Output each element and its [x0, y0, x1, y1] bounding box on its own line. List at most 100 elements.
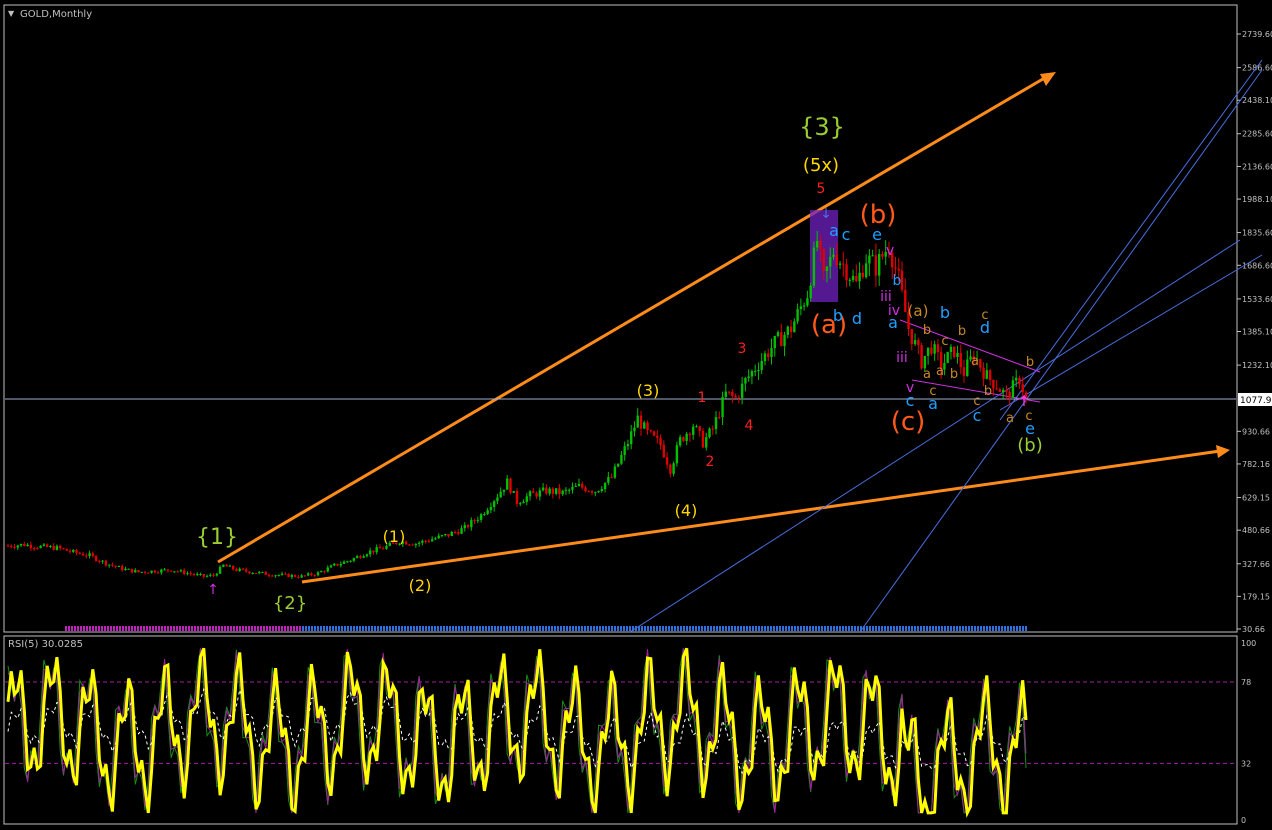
candle-body — [261, 571, 264, 573]
trend-strip-bar — [722, 626, 724, 631]
candle-body — [904, 289, 907, 312]
trend-strip-bar — [908, 626, 910, 631]
candle-body — [65, 548, 68, 551]
candle-body — [665, 457, 669, 465]
candle-body — [528, 491, 532, 497]
candle-body — [760, 361, 763, 370]
trend-strip-bar — [470, 626, 472, 631]
trend-strip-bar — [68, 626, 70, 631]
candle-body — [688, 433, 692, 435]
trend-strip-bar — [80, 626, 82, 631]
candle-body — [962, 367, 966, 376]
candle-body — [695, 426, 698, 428]
wave-label: c — [842, 225, 851, 244]
trend-strip-bar — [995, 626, 997, 631]
trend-strip-bar — [461, 626, 463, 631]
trend-strip-bar — [716, 626, 718, 631]
candle-body — [313, 575, 316, 577]
trend-strip-bar — [1004, 626, 1006, 631]
trend-strip-bar — [251, 626, 253, 631]
trend-strip-bar — [182, 626, 184, 631]
trend-strip-bar — [467, 626, 469, 631]
trend-strip-bar — [485, 626, 487, 631]
trend-strip-bar — [122, 626, 124, 631]
candle-body — [913, 339, 917, 345]
trend-strip-bar — [290, 626, 292, 631]
candle-body — [101, 560, 104, 562]
trend-strip-bar — [116, 626, 118, 631]
candle-body — [855, 276, 858, 282]
trend-strip-bar — [98, 626, 100, 631]
candle-body — [42, 544, 46, 546]
trend-strip-bar — [353, 626, 355, 631]
chart-menu-glyph[interactable]: ▼ — [8, 9, 15, 18]
candle-body — [662, 444, 666, 458]
trend-strip-bar — [806, 626, 808, 631]
candle-body — [215, 573, 219, 576]
candle-body — [848, 279, 852, 281]
candle-body — [479, 514, 483, 520]
trend-strip-bar — [782, 626, 784, 631]
trend-strip-bar — [107, 626, 109, 631]
candle-body — [936, 344, 940, 353]
trend-strip-bar — [257, 626, 259, 631]
trend-strip-bar — [884, 626, 886, 631]
trend-strip-bar — [629, 626, 631, 631]
candle-body — [571, 486, 574, 490]
candle-body — [603, 482, 607, 490]
candle-body — [992, 380, 995, 389]
wave-label: 1 — [698, 390, 707, 406]
trend-strip-bar — [137, 626, 139, 631]
trend-strip-bar — [926, 626, 928, 631]
trend-strip-bar — [425, 626, 427, 631]
trend-strip-bar — [221, 626, 223, 631]
trend-strip-bar — [977, 626, 979, 631]
wave-label: (5x) — [803, 155, 839, 176]
trend-strip-bar — [539, 626, 541, 631]
candle-body — [636, 415, 639, 428]
trend-strip-bar — [566, 626, 568, 631]
chart-area: ▼ GOLD,Monthly RSI(5) 30.0285 2739.60 258… — [0, 0, 1272, 830]
candle-body — [584, 487, 587, 492]
trend-strip-bar — [743, 626, 745, 631]
candle-body — [744, 378, 747, 384]
candle-body — [708, 428, 711, 438]
trend-strip-bar — [989, 626, 991, 631]
wave-label: {2} — [273, 593, 307, 614]
trend-strip-bar — [224, 626, 226, 631]
trend-strip-bar — [206, 626, 208, 631]
trend-strip-bar — [788, 626, 790, 631]
wave-label: b — [833, 306, 843, 325]
trend-strip-bar — [776, 626, 778, 631]
candle-body — [868, 255, 871, 264]
trend-strip-bar — [245, 626, 247, 631]
candle-body — [561, 490, 564, 495]
trend-strip-bar — [992, 626, 994, 631]
trend-strip-bar — [815, 626, 817, 631]
candle-body — [352, 558, 356, 561]
candle-body — [502, 489, 506, 492]
candle-body — [483, 514, 486, 516]
trend-strip-bar — [632, 626, 634, 631]
trend-strip-bar — [830, 626, 832, 631]
candle-body — [538, 490, 542, 497]
candle-body — [218, 566, 222, 574]
candle-body — [333, 563, 336, 566]
trend-strip-bar — [1025, 626, 1027, 631]
wave-label: v — [906, 380, 914, 396]
candle-body — [613, 466, 617, 478]
trend-strip — [65, 626, 1027, 631]
wave-label: (1) — [383, 527, 406, 546]
trend-strip-bar — [578, 626, 580, 631]
trend-strip-bar — [755, 626, 757, 631]
trend-strip-bar — [248, 626, 250, 631]
candle-body — [616, 463, 620, 467]
candle-body — [897, 268, 900, 271]
candle-body — [437, 535, 440, 539]
candle-body — [39, 545, 42, 549]
candle-body — [799, 306, 803, 310]
trend-strip-bar — [707, 626, 709, 631]
trend-strip-bar — [737, 626, 739, 631]
candle-body — [427, 541, 431, 543]
trend-strip-bar — [863, 626, 865, 631]
